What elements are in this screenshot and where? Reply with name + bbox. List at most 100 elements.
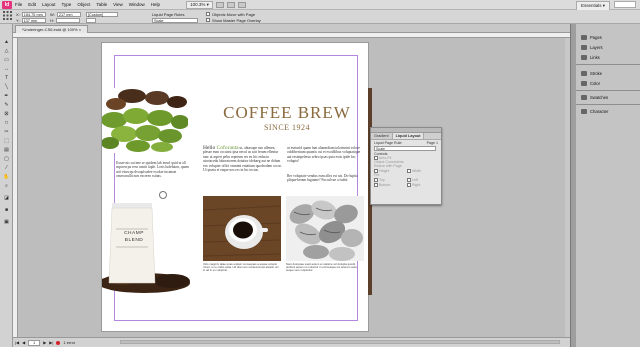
direct-selection-tool-icon[interactable]: △	[2, 47, 11, 55]
column-3b-text[interactable]: Rer voluptate vendus eum alles est nis. …	[287, 174, 365, 183]
page-tool-icon[interactable]: ▭	[2, 56, 11, 64]
coffee-cup-image[interactable]	[203, 196, 281, 261]
search-input[interactable]	[614, 1, 636, 8]
objects-move-checkbox[interactable]	[206, 12, 210, 16]
y-field[interactable]: 137 mm	[21, 17, 46, 23]
coffee-bag-image[interactable]: CHAMP BLEND	[98, 203, 202, 295]
pencil-tool-icon[interactable]: ✎	[2, 101, 11, 109]
selection-tool-icon[interactable]: ▲	[2, 38, 11, 46]
h-field[interactable]	[56, 17, 80, 23]
view-options-icon[interactable]	[215, 1, 224, 8]
left-checkbox[interactable]	[407, 178, 411, 183]
page-subtitle[interactable]: SINCE 1924	[202, 123, 372, 132]
page-size-select[interactable]: [Custom]	[86, 11, 118, 17]
dock-swatches-label: Swatches	[590, 94, 609, 100]
right-checkbox[interactable]	[407, 183, 411, 188]
orientation-field[interactable]	[86, 17, 96, 23]
menu-layout[interactable]: Layout	[42, 2, 56, 7]
stroke-icon	[581, 70, 587, 76]
bottom-checkbox[interactable]	[374, 183, 378, 188]
w-field[interactable]: 217 mm	[56, 11, 81, 17]
green-coffee-beans-image[interactable]	[102, 88, 188, 153]
preflight-status[interactable]: 1 error	[63, 340, 75, 345]
master-overlay-label: Show Master Page Overlay	[212, 17, 261, 23]
preflight-error-icon[interactable]	[56, 340, 61, 345]
document-tab-bar: *Underinger-CS6.indd @ 100% ×	[13, 24, 570, 33]
column-2-text-frame[interactable]: Hello Coforanta ut, abtaxupe sun ullenen…	[203, 145, 283, 172]
dock-character[interactable]: Character	[576, 106, 640, 116]
dock-color-label: Color	[590, 80, 601, 86]
next-page-icon[interactable]: ▶	[43, 340, 46, 345]
pin-heading: Pin:	[374, 173, 381, 178]
page-number-field[interactable]: 1	[28, 339, 41, 346]
column-1-text[interactable]: Exsae nis sai ime se quidem lab ierurl q…	[116, 161, 192, 179]
document-tab[interactable]: *Underinger-CS6.indd @ 100% ×	[15, 25, 89, 33]
rectangle-tool-icon[interactable]: □	[2, 119, 11, 127]
character-icon	[581, 108, 587, 114]
apply-color-icon[interactable]: ■	[2, 206, 11, 214]
menu-help[interactable]: Help	[151, 2, 160, 7]
menu-table[interactable]: Table	[96, 2, 107, 7]
master-overlay-checkbox[interactable]	[206, 18, 210, 22]
zoom-tool-icon[interactable]: ⌕	[2, 182, 11, 190]
bag-line-1: CHAMP	[124, 231, 144, 236]
menu-type[interactable]: Type	[62, 2, 72, 7]
objects-move-label: Objects Move with Page	[212, 11, 256, 17]
x-field[interactable]: 184.75 mm	[21, 11, 46, 17]
roasted-beans-image[interactable]	[286, 196, 364, 261]
liquid-rules-label: Liquid Page Rules	[152, 11, 185, 17]
width-checkbox[interactable]	[407, 169, 411, 174]
liquid-layout-panel[interactable]: Gradient Liquid Layout Liquid Page Rule:…	[370, 127, 442, 205]
free-transform-tool-icon[interactable]: ⬚	[2, 137, 11, 145]
tab-liquid-layout[interactable]: Liquid Layout	[392, 133, 425, 139]
first-page-icon[interactable]: |◀	[15, 340, 19, 345]
gap-tool-icon[interactable]: ↔	[2, 65, 11, 73]
color-icon	[581, 80, 587, 86]
page-title[interactable]: COFFEE BREW	[202, 103, 372, 123]
fill-stroke-icon[interactable]: ◪	[2, 194, 11, 202]
arrange-documents-icon[interactable]	[237, 1, 246, 8]
menu-object[interactable]: Object	[77, 2, 90, 7]
menu-window[interactable]: Window	[129, 2, 145, 7]
cup-caption[interactable]: Volo magnim aliae quas endam nonsequas a…	[203, 262, 281, 273]
bottom-label: Bottom	[379, 183, 391, 188]
eyedropper-tool-icon[interactable]: ⁄	[2, 164, 11, 172]
dock-links[interactable]: Links	[576, 52, 640, 62]
dock-stroke[interactable]: Stroke	[576, 68, 640, 78]
screen-mode-icon[interactable]	[226, 1, 235, 8]
rectangle-frame-tool-icon[interactable]: ⊠	[2, 110, 11, 118]
beans-caption[interactable]: Nam dolupsae sapit autem et utatiore vol…	[286, 262, 364, 273]
document-page[interactable]: Exsae nis sai ime se quidem lab ierurl q…	[98, 42, 372, 332]
dock-character-label: Character	[590, 108, 609, 114]
dock-color[interactable]: Color	[576, 78, 640, 88]
top-checkbox[interactable]	[374, 178, 378, 183]
column-3-text[interactable]: ut eseturid quam lnat aliarmdiam tolorim…	[287, 146, 365, 164]
menu-edit[interactable]: Edit	[28, 2, 36, 7]
liquid-rule-dropdown[interactable]: Scale	[374, 146, 436, 151]
type-tool-icon[interactable]: T	[2, 74, 11, 82]
dock-pages[interactable]: Pages	[576, 32, 640, 42]
dock-swatches[interactable]: Swatches	[576, 92, 640, 102]
dock-layers-label: Layers	[590, 44, 603, 50]
dock-pages-label: Pages	[590, 34, 602, 40]
line-tool-icon[interactable]: ╲	[2, 83, 11, 91]
horizontal-scrollbar[interactable]	[120, 340, 560, 344]
layers-icon	[581, 44, 587, 50]
menu-view[interactable]: View	[113, 2, 123, 7]
menu-file[interactable]: File	[15, 2, 22, 7]
screen-mode-tool-icon[interactable]: ▣	[2, 218, 11, 226]
hand-tool-icon[interactable]: ✋	[2, 173, 11, 181]
zoom-select[interactable]: 100.3% ▾	[186, 0, 213, 9]
dock-stroke-label: Stroke	[590, 70, 603, 76]
dock-layers[interactable]: Layers	[576, 42, 640, 52]
note-tool-icon[interactable]: ▢	[2, 155, 11, 163]
left-label: Left	[412, 178, 418, 183]
liquid-rule-select[interactable]: Scale	[152, 17, 198, 23]
tab-gradient[interactable]: Gradient	[371, 133, 393, 139]
pen-tool-icon[interactable]: ✒	[2, 92, 11, 100]
reference-point-icon[interactable]	[3, 11, 12, 21]
last-page-icon[interactable]: ▶|	[49, 340, 53, 345]
prev-page-icon[interactable]: ◀	[22, 340, 25, 345]
gradient-tool-icon[interactable]: ▤	[2, 146, 11, 154]
scissors-tool-icon[interactable]: ✂	[2, 128, 11, 136]
